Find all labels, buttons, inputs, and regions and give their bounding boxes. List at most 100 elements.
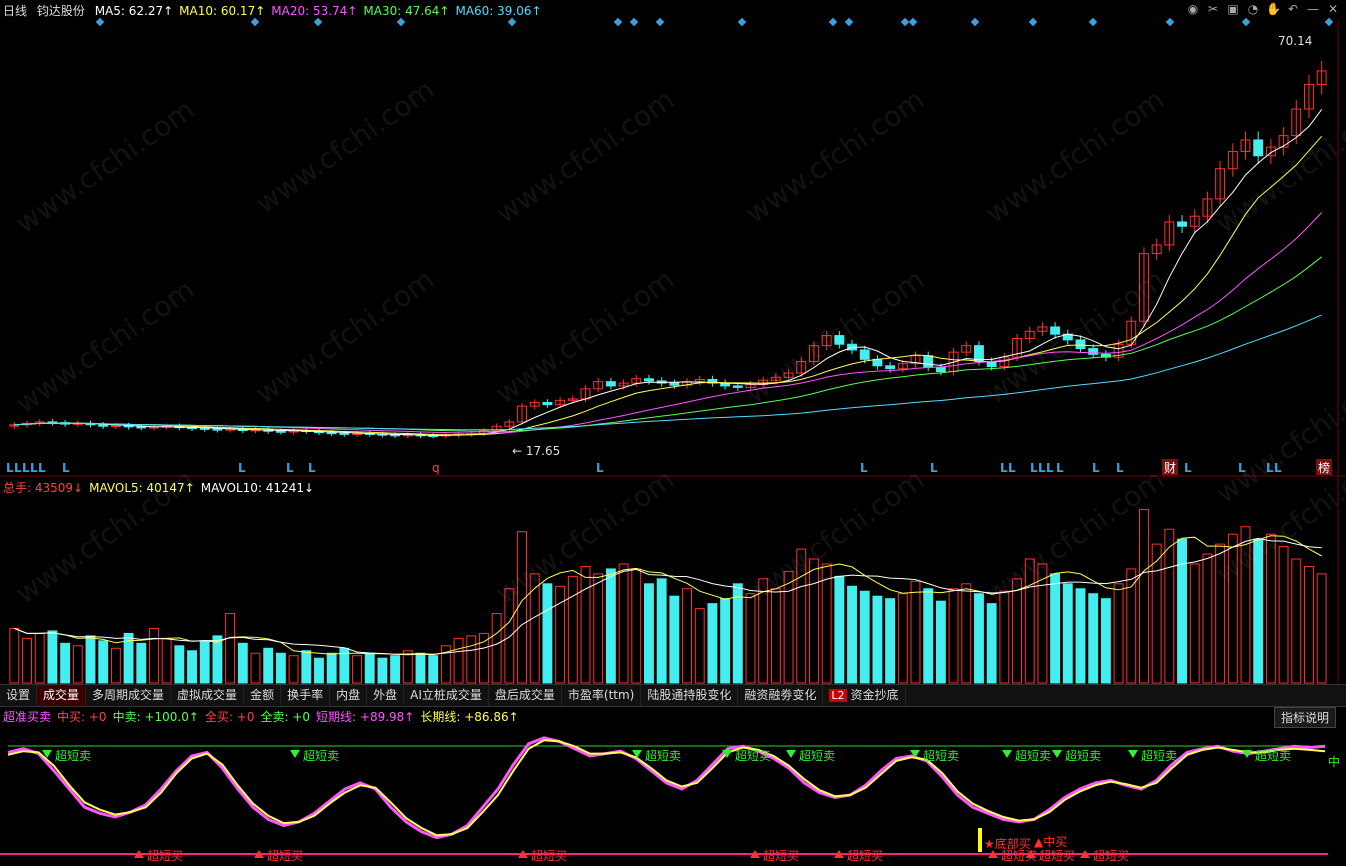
tab-9[interactable]: 盘后成交量 — [489, 685, 562, 706]
volume-bar — [1316, 573, 1327, 684]
volume-bar — [1265, 533, 1276, 684]
tab-7[interactable]: 外盘 — [367, 685, 405, 706]
indicator-chart[interactable]: 超短卖 超短卖 超短卖 超短卖 超短卖 超短卖 超短卖 超短卖 超短卖 超短卖超短买 超短买 超短买超… — [0, 706, 1346, 866]
volume-bar — [682, 588, 692, 684]
volume-bar — [263, 647, 274, 684]
volume-bar — [364, 652, 375, 684]
l-marker[interactable]: L — [1056, 461, 1064, 475]
tab-3[interactable]: 虚拟成交量 — [171, 685, 245, 706]
candle — [859, 349, 870, 360]
l-marker[interactable]: L — [1238, 461, 1246, 475]
l-marker[interactable]: L — [1000, 461, 1008, 475]
l-marker[interactable]: L — [596, 461, 604, 475]
l-marker[interactable]: L — [1008, 461, 1016, 475]
volume-bar — [1088, 593, 1099, 684]
tab-0[interactable]: 设置 — [0, 685, 38, 706]
l-marker[interactable]: L — [308, 461, 316, 475]
sell-signal-icon — [1128, 750, 1138, 758]
volume-bar — [923, 588, 934, 684]
volume-bar — [656, 578, 667, 684]
tab-6[interactable]: 内盘 — [330, 685, 368, 706]
l-marker[interactable]: L — [1266, 461, 1274, 475]
volume-bar — [199, 640, 210, 684]
l-marker[interactable]: L — [1274, 461, 1282, 475]
volume-chart[interactable] — [0, 477, 1346, 684]
indicator-chart-pane[interactable]: 超短卖 超短卖 超短卖 超短卖 超短卖 超短卖 超短卖 超短卖 超短卖 超短卖 超短买 超短买 超短买超… — [0, 706, 1346, 866]
l-marker[interactable]: L — [22, 461, 30, 475]
volume-bar — [796, 548, 807, 684]
bang-tag[interactable]: 榜 — [1318, 460, 1330, 475]
volume-bar — [85, 635, 96, 684]
l-marker[interactable]: L — [62, 461, 70, 475]
volume-bar — [872, 595, 883, 684]
l-marker[interactable]: L — [1030, 461, 1038, 475]
volume-bar — [136, 642, 147, 684]
volume-bar — [770, 588, 781, 684]
volume-bar — [935, 600, 946, 684]
volume-bar — [948, 588, 959, 684]
close-icon[interactable]: ✕ — [1326, 2, 1340, 16]
scissors-icon[interactable]: ✂ — [1206, 2, 1220, 16]
undo-icon[interactable]: ↶ — [1286, 2, 1300, 16]
volume-chart-pane[interactable]: 总手: 43509↓ MAVOL5: 40147↑ MAVOL10: 41241↓ — [0, 477, 1346, 684]
l-marker[interactable]: L — [30, 461, 38, 475]
hand-icon[interactable]: ✋ — [1266, 2, 1281, 16]
price-chart-pane[interactable]: 70.14 ← 17.65 L L L L L L L L L L L L L L L L L L L L L L L Lq 财榜 … — [0, 0, 1346, 477]
l-marker[interactable]: L — [1116, 461, 1124, 475]
ma-label-0: MA5: 62.27↑ — [94, 4, 174, 18]
l-marker[interactable]: L — [238, 461, 246, 475]
q-marker[interactable]: q — [432, 461, 440, 475]
l-marker[interactable]: L — [38, 461, 46, 475]
tab-1[interactable]: 成交量 — [37, 685, 87, 706]
sell-signal-icon — [1002, 750, 1012, 758]
cai-tag[interactable]: 财 — [1164, 461, 1176, 475]
volume-bar — [1100, 598, 1111, 684]
l-marker[interactable]: L — [1046, 461, 1054, 475]
volume-bar — [1189, 563, 1200, 684]
l-marker[interactable]: L — [14, 461, 22, 475]
tab-12[interactable]: 融资融劵变化 — [738, 685, 824, 706]
volume-bar — [961, 583, 972, 684]
l-marker[interactable]: L — [1038, 461, 1046, 475]
volume-bar — [301, 650, 312, 684]
l-marker[interactable]: L — [286, 461, 294, 475]
eye-icon[interactable]: ◉ — [1186, 2, 1200, 16]
volume-bar — [110, 647, 121, 684]
volume-bar — [288, 655, 299, 684]
price-chart[interactable]: 70.14← 17.65L L L L L L L L L L L L L L L L L L L L L L L Lq 财榜 — [0, 0, 1346, 477]
volume-bar — [669, 595, 680, 684]
l-marker[interactable]: L — [860, 461, 868, 475]
indicator-explain-button[interactable]: 指标说明 — [1273, 707, 1336, 728]
volume-bar — [1240, 526, 1251, 684]
bell-icon[interactable]: ◔ — [1246, 2, 1260, 16]
indicator-label-4: 全卖: +0 — [260, 710, 311, 724]
tab-4[interactable]: 金额 — [244, 685, 282, 706]
volume-bar — [187, 650, 197, 684]
tab-5[interactable]: 换手率 — [281, 685, 331, 706]
tab-8[interactable]: AI立桩成交量 — [404, 685, 489, 706]
candle — [669, 382, 680, 386]
volume-bar — [491, 613, 502, 684]
l-marker[interactable]: L — [1092, 461, 1100, 475]
sell-signal-label: 超短卖 — [303, 748, 339, 763]
sell-signal-label: 超短卖 — [1255, 748, 1291, 763]
l-marker[interactable]: L — [6, 461, 14, 475]
volume-bar — [809, 558, 819, 684]
tab-2[interactable]: 多周期成交量 — [86, 685, 172, 706]
tab-13[interactable]: L2 资金抄底 — [823, 685, 906, 706]
lock-icon[interactable]: ▣ — [1226, 2, 1240, 16]
tab-11[interactable]: 陆股通持股变化 — [641, 685, 739, 706]
l-marker[interactable]: L — [1184, 461, 1192, 475]
l-marker[interactable]: L — [930, 461, 938, 475]
volume-bar — [250, 652, 261, 684]
volume-bar — [745, 593, 756, 684]
candle — [1050, 326, 1061, 335]
sell-signal-label: 超短卖 — [735, 748, 771, 763]
high-price-label: 70.14 — [1278, 34, 1312, 48]
tab-10[interactable]: 市盈率(ttm) — [562, 685, 642, 706]
minus-icon[interactable]: — — [1306, 2, 1320, 16]
tab-label: 设置 — [6, 688, 31, 702]
volume-bar — [1304, 565, 1314, 684]
indicator-label-3: 全买: +0 — [204, 710, 255, 724]
period-label[interactable]: 日线 — [3, 4, 27, 18]
